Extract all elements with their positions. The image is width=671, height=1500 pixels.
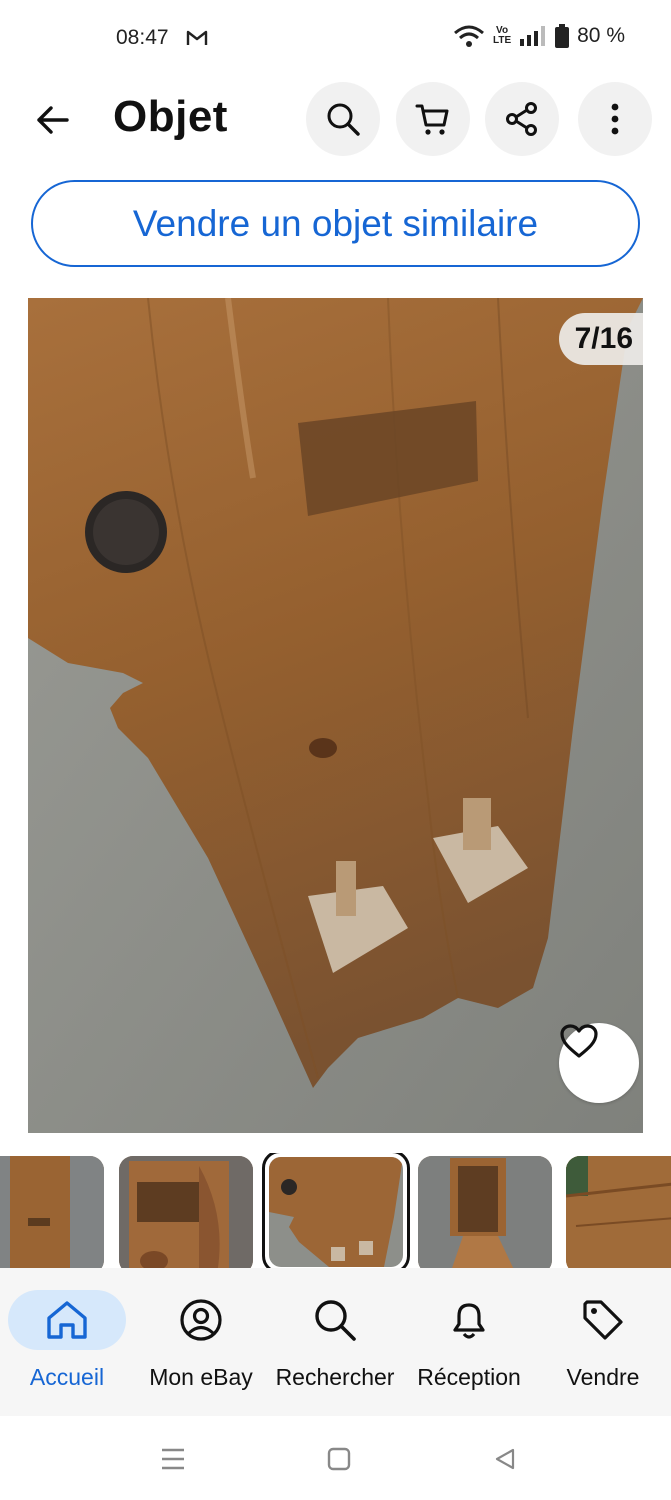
arrow-left-icon: [37, 106, 69, 134]
nav-item-my-ebay[interactable]: Mon eBay: [142, 1268, 260, 1416]
thumbnail-4[interactable]: [418, 1156, 552, 1271]
nav-item-inbox[interactable]: Réception: [410, 1268, 528, 1416]
thumbnail-photo: [418, 1156, 552, 1271]
thumbnail-strip[interactable]: [0, 1153, 671, 1271]
back-button[interactable]: [28, 96, 76, 144]
thumbnail-2[interactable]: [119, 1156, 253, 1271]
thumbnail-photo: [269, 1157, 403, 1267]
status-indicators: Vo LTE 80 %: [453, 24, 625, 48]
add-to-watchlist-button[interactable]: [559, 1023, 639, 1103]
image-counter-badge: 7/16: [558, 313, 643, 365]
more-vertical-icon: [611, 103, 619, 135]
nav-label-inbox: Réception: [417, 1364, 521, 1390]
battery-percentage: 80 %: [577, 24, 625, 47]
status-bar: 08:47 Vo LTE 80 %: [0, 0, 671, 78]
nav-icon-container: [544, 1290, 662, 1350]
bell-icon: [453, 1303, 485, 1339]
thumbnail-image: [269, 1157, 403, 1267]
search-button[interactable]: [306, 82, 380, 156]
thumbnail-1[interactable]: [0, 1156, 104, 1271]
nav-label-sell: Vendre: [566, 1364, 640, 1390]
top-app-bar: Objet: [0, 80, 671, 160]
system-navigation-bar: [0, 1416, 671, 1500]
thumbnail-3-selected[interactable]: [262, 1153, 410, 1271]
signal-icon: [520, 26, 546, 46]
nav-label-home: Accueil: [29, 1364, 105, 1390]
search-icon: [327, 103, 360, 136]
nav-icon-container: [276, 1290, 394, 1350]
sell-similar-button[interactable]: Vendre un objet similaire: [31, 180, 640, 267]
nav-label-search: Rechercher: [275, 1364, 395, 1390]
triangle-back-icon: [495, 1448, 515, 1470]
recent-apps-button[interactable]: [158, 1444, 188, 1474]
nav-icon-container: [142, 1290, 260, 1350]
bottom-navigation: Accueil Mon eBay Rechercher Réception Ve…: [0, 1268, 671, 1416]
heart-icon: [560, 1024, 598, 1058]
home-system-button[interactable]: [324, 1444, 354, 1474]
thumbnail-photo: [119, 1156, 253, 1271]
nav-label-my-ebay: Mon eBay: [149, 1364, 253, 1390]
square-home-icon: [327, 1447, 351, 1471]
cart-button[interactable]: [396, 82, 470, 156]
gmail-icon: [186, 30, 208, 45]
volte-indicator: Vo LTE: [492, 25, 512, 46]
home-icon: [47, 1301, 87, 1339]
nav-item-sell[interactable]: Vendre: [544, 1268, 662, 1416]
share-icon: [506, 102, 537, 136]
share-button[interactable]: [485, 82, 559, 156]
wifi-icon: [453, 25, 484, 47]
status-time: 08:47: [116, 26, 169, 49]
user-circle-icon: [180, 1299, 222, 1341]
search-icon: [315, 1300, 356, 1341]
nav-item-home[interactable]: Accueil: [8, 1268, 126, 1416]
thumbnail-5[interactable]: [566, 1156, 671, 1271]
thumbnail-photo: [566, 1156, 671, 1271]
nav-icon-container: [8, 1290, 126, 1350]
more-options-button[interactable]: [578, 82, 652, 156]
back-system-button[interactable]: [490, 1444, 520, 1474]
main-product-image[interactable]: 7/16: [28, 298, 643, 1133]
cart-icon: [415, 104, 449, 135]
product-photo: [28, 298, 643, 1133]
battery-icon: [555, 24, 570, 48]
page-title: Objet: [113, 92, 228, 141]
nav-item-search[interactable]: Rechercher: [276, 1268, 394, 1416]
recents-icon: [162, 1448, 184, 1470]
tag-icon: [583, 1300, 623, 1340]
nav-icon-container: [410, 1290, 528, 1350]
thumbnail-photo: [0, 1156, 104, 1271]
